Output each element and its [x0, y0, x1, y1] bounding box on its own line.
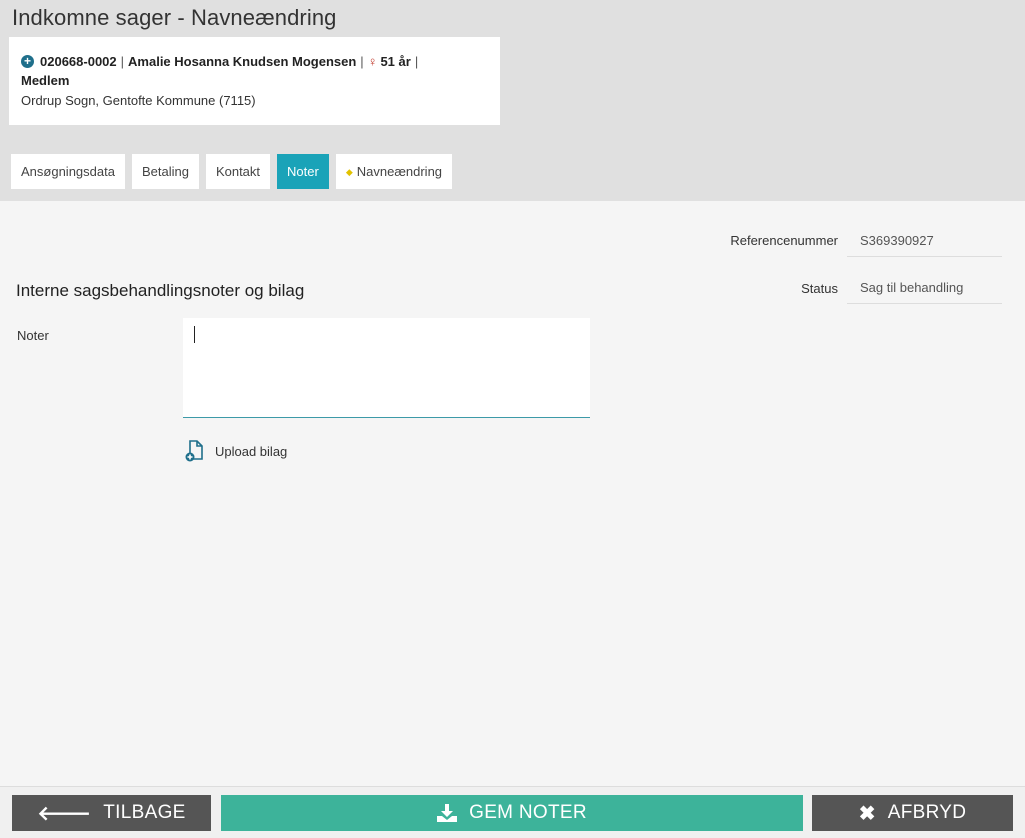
upload-attachment-button[interactable]: Upload bilag: [185, 440, 287, 462]
cpr-number: 020668-0002: [40, 54, 117, 69]
cancel-button-label: AFBRYD: [887, 802, 967, 823]
separator: |: [360, 54, 364, 69]
separator: |: [120, 54, 125, 69]
header-bar: Indkomne sager - Navneændring + 020668-0…: [0, 0, 1025, 201]
close-icon: ✖: [858, 802, 876, 825]
status-value: Sag til behandling: [847, 272, 1002, 304]
section-title: Interne sagsbehandlingsnoter og bilag: [16, 281, 305, 300]
back-button-label: TILBAGE: [103, 802, 186, 823]
download-icon: [437, 804, 458, 822]
reference-label: Referencenummer: [730, 233, 838, 248]
save-notes-button[interactable]: GEM NOTER: [221, 795, 803, 831]
tab-navneaendring[interactable]: ◆ Navneændring: [335, 154, 453, 189]
diamond-icon: ◆: [345, 167, 353, 177]
person-location: Ordrup Sogn, Gentofte Kommune (7115): [21, 93, 256, 108]
membership-status: Medlem: [21, 73, 70, 88]
cancel-button[interactable]: ✖ AFBRYD: [812, 795, 1013, 831]
reference-value: S369390927: [847, 224, 1002, 257]
back-button[interactable]: 🡐 TILBAGE: [12, 795, 211, 831]
upload-label: Upload bilag: [215, 443, 288, 459]
expand-plus-icon[interactable]: +: [21, 54, 34, 68]
text-cursor: [194, 326, 195, 343]
save-button-label: GEM NOTER: [469, 802, 587, 823]
tab-ansoegningsdata[interactable]: Ansøgningsdata: [11, 154, 125, 189]
tab-bar: Ansøgningsdata Betaling Kontakt Noter ◆ N…: [11, 154, 459, 189]
tab-betaling[interactable]: Betaling: [131, 154, 199, 189]
female-person-icon: ♀: [367, 54, 378, 69]
file-add-icon: [185, 440, 203, 462]
notes-textarea[interactable]: [183, 318, 590, 418]
status-label: Status: [801, 281, 838, 296]
tab-kontakt[interactable]: Kontakt: [205, 154, 271, 189]
notes-label: Noter: [17, 328, 49, 343]
person-name: Amalie Hosanna Knudsen Mogensen: [128, 54, 357, 69]
tab-navneaendring-label: Navneændring: [356, 164, 443, 179]
person-summary: + 020668-0002 | Amalie Hosanna Knudsen M…: [21, 52, 488, 71]
person-age: 51 år: [380, 54, 411, 69]
page-title: Indkomne sager - Navneændring: [12, 5, 337, 30]
arrow-left-icon: 🡐: [37, 802, 92, 825]
tab-noter[interactable]: Noter: [277, 154, 329, 189]
person-card: + 020668-0002 | Amalie Hosanna Knudsen M…: [9, 37, 500, 125]
separator: |: [414, 54, 419, 69]
